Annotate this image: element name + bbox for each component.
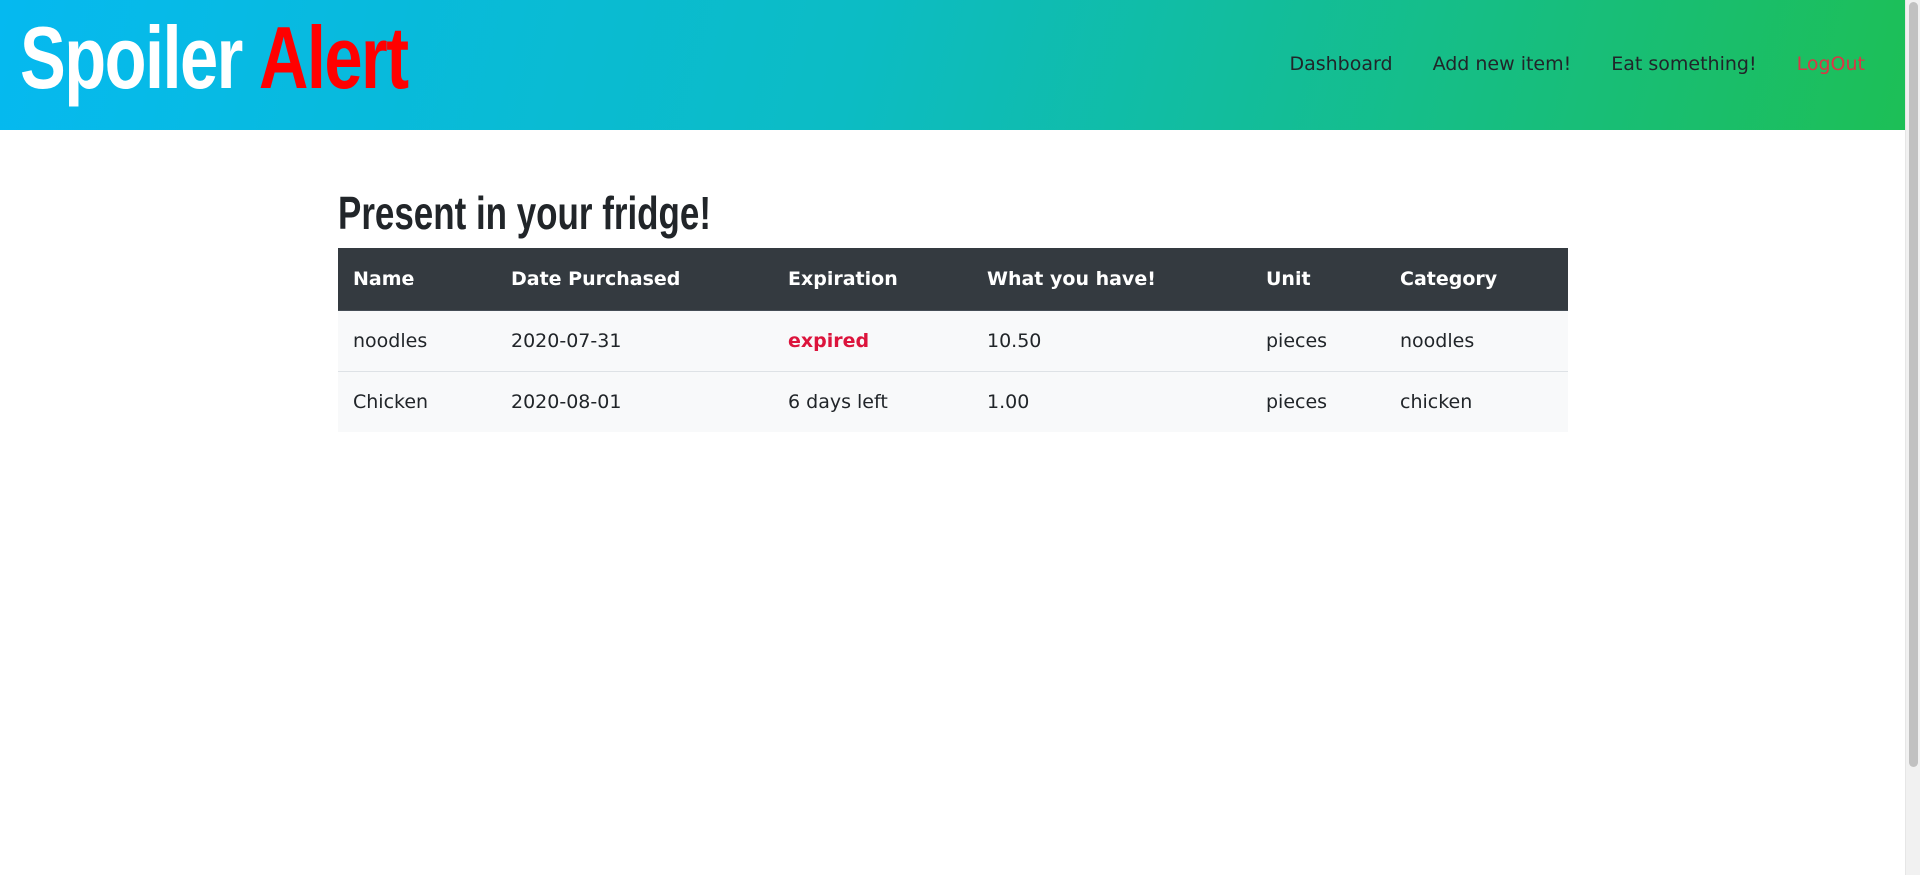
column-header-name: Name — [338, 248, 496, 311]
cell-quantity: 1.00 — [972, 370, 1251, 432]
cell-expiration: expired — [773, 310, 972, 371]
nav-eat-link[interactable]: Eat something! — [1611, 50, 1756, 78]
nav-logout-link[interactable]: LogOut — [1797, 50, 1865, 78]
nav-dashboard-link[interactable]: Dashboard — [1289, 50, 1392, 78]
logo-word-spoiler: Spoiler — [20, 8, 243, 107]
page-title: Present in your fridge! — [338, 187, 711, 239]
top-navbar: Spoiler Alert Dashboard Add new item! Ea… — [0, 0, 1905, 130]
column-header-quantity: What you have! — [972, 248, 1251, 311]
table-header: Name Date Purchased Expiration What you … — [338, 248, 1568, 311]
cell-quantity: 10.50 — [972, 310, 1251, 371]
page: Spoiler Alert Dashboard Add new item! Ea… — [0, 0, 1920, 875]
cell-date-purchased: 2020-08-01 — [496, 370, 773, 432]
table-row: Chicken 2020-08-01 6 days left 1.00 piec… — [338, 370, 1568, 432]
cell-expiration: 6 days left — [773, 370, 972, 432]
column-header-category: Category — [1385, 248, 1568, 311]
nav-add-item-link[interactable]: Add new item! — [1433, 50, 1572, 78]
table-row: noodles 2020-07-31 expired 10.50 pieces … — [338, 310, 1568, 371]
cell-date-purchased: 2020-07-31 — [496, 310, 773, 371]
column-header-unit: Unit — [1251, 248, 1385, 311]
main-content: Present in your fridge! Name Date Purcha… — [338, 186, 1568, 432]
scrollbar-thumb[interactable] — [1909, 2, 1918, 767]
logo-word-alert: Alert — [258, 8, 409, 107]
table-body: noodles 2020-07-31 expired 10.50 pieces … — [338, 310, 1568, 432]
brand-logo[interactable]: Spoiler Alert — [20, 8, 409, 108]
table-header-row: Name Date Purchased Expiration What you … — [338, 248, 1568, 311]
vertical-scrollbar[interactable] — [1905, 0, 1920, 875]
column-header-expiration: Expiration — [773, 248, 972, 311]
cell-name: Chicken — [338, 370, 496, 432]
cell-unit: pieces — [1251, 370, 1385, 432]
cell-category: chicken — [1385, 370, 1568, 432]
cell-category: noodles — [1385, 310, 1568, 371]
cell-name: noodles — [338, 310, 496, 371]
fridge-table: Name Date Purchased Expiration What you … — [338, 248, 1568, 432]
cell-unit: pieces — [1251, 310, 1385, 371]
main-nav: Dashboard Add new item! Eat something! L… — [1289, 50, 1865, 78]
column-header-date-purchased: Date Purchased — [496, 248, 773, 311]
